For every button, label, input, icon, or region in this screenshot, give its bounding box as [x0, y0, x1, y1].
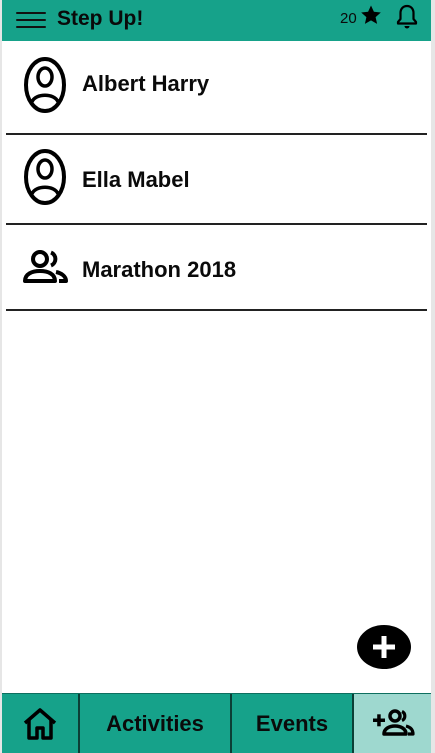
- bottom-navigation: Activities Events: [2, 693, 431, 753]
- tab-home[interactable]: [2, 694, 80, 753]
- tab-events[interactable]: Events: [232, 694, 354, 753]
- person-icon: [24, 149, 66, 205]
- list-item-name: Ella Mabel: [82, 167, 190, 192]
- top-app-bar: Step Up! 20: [2, 0, 431, 41]
- home-icon: [23, 708, 57, 740]
- tab-groups[interactable]: [354, 694, 431, 753]
- list-item-name: Albert Harry: [82, 71, 210, 96]
- contact-list: Albert Harry Ella Mabel Marathon 2018: [2, 41, 431, 311]
- add-button[interactable]: [357, 625, 411, 669]
- list-item[interactable]: Marathon 2018: [6, 225, 427, 311]
- tab-activities[interactable]: Activities: [80, 694, 232, 753]
- person-icon: [24, 57, 66, 113]
- add-group-icon: [372, 709, 415, 736]
- plus-icon: [373, 636, 395, 658]
- hamburger-menu-icon[interactable]: [16, 9, 46, 31]
- list-item[interactable]: Albert Harry: [6, 41, 427, 135]
- group-icon: [23, 250, 68, 283]
- points-count: 20: [340, 10, 357, 27]
- list-item-name: Marathon 2018: [82, 257, 237, 282]
- app-title: Step Up!: [57, 7, 144, 30]
- bell-icon[interactable]: [395, 3, 419, 31]
- star-icon[interactable]: [359, 3, 383, 27]
- app-screen: Step Up! 20 Albert Harry Ella Mabel Mara…: [2, 0, 431, 753]
- list-item[interactable]: Ella Mabel: [6, 135, 427, 225]
